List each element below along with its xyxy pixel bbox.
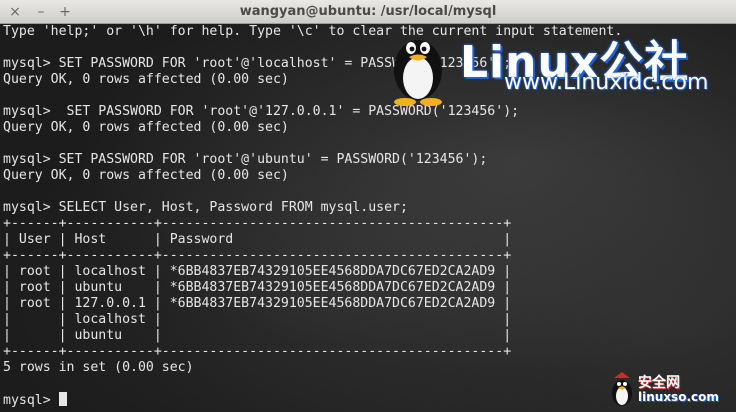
terminal-line: | root | ubuntu | *6BB4837EB74329105EE45… xyxy=(3,280,512,295)
terminal-line: mysql> xyxy=(3,392,622,408)
terminal-line: Query OK, 0 rows affected (0.00 sec) xyxy=(3,120,289,135)
terminal-area[interactable]: Type 'help;' or '\h' for help. Type '\c'… xyxy=(0,24,736,412)
terminal-line: | User | Host | Password | xyxy=(3,232,512,247)
terminal-line: Query OK, 0 rows affected (0.00 sec) xyxy=(3,72,289,87)
terminal-window: × – + wangyan@ubuntu: /usr/local/mysql T… xyxy=(0,0,736,412)
terminal-line: Query OK, 0 rows affected (0.00 sec) xyxy=(3,168,289,183)
terminal-line: 5 rows in set (0.00 sec) xyxy=(3,360,194,375)
watermark-badge-cn: 安全网 xyxy=(638,375,680,391)
window-title: wangyan@ubuntu: /usr/local/mysql xyxy=(239,4,497,19)
terminal-line: +------+-----------+--------------------… xyxy=(3,216,512,231)
terminal-line: +------+-----------+--------------------… xyxy=(3,248,512,263)
linuxso-watermark: 安全网 linuxso.com xyxy=(608,370,734,410)
terminal-line: mysql> SET PASSWORD FOR 'root'@'ubuntu' … xyxy=(3,152,488,167)
terminal-line: | | localhost | | xyxy=(3,312,512,327)
terminal-line: Type 'help;' or '\h' for help. Type '\c'… xyxy=(3,24,623,39)
terminal-line: | root | 127.0.0.1 | *6BB4837EB74329105E… xyxy=(3,296,512,311)
text-cursor xyxy=(58,392,67,406)
terminal-line: mysql> SET PASSWORD FOR 'root'@'localhos… xyxy=(3,56,512,71)
terminal-line: | | ubuntu | | xyxy=(3,328,512,343)
watermark-badge-url: linuxso.com xyxy=(638,390,719,404)
terminal-line: mysql> SELECT User, Host, Password FROM … xyxy=(3,200,408,215)
title-bar: × – + wangyan@ubuntu: /usr/local/mysql xyxy=(0,0,736,24)
terminal-line: +------+-----------+--------------------… xyxy=(3,344,512,359)
terminal-line: mysql> SET PASSWORD FOR 'root'@'127.0.0.… xyxy=(3,104,520,119)
terminal-output: Type 'help;' or '\h' for help. Type '\c'… xyxy=(3,24,622,408)
terminal-line: | root | localhost | *6BB4837EB74329105E… xyxy=(3,264,512,279)
